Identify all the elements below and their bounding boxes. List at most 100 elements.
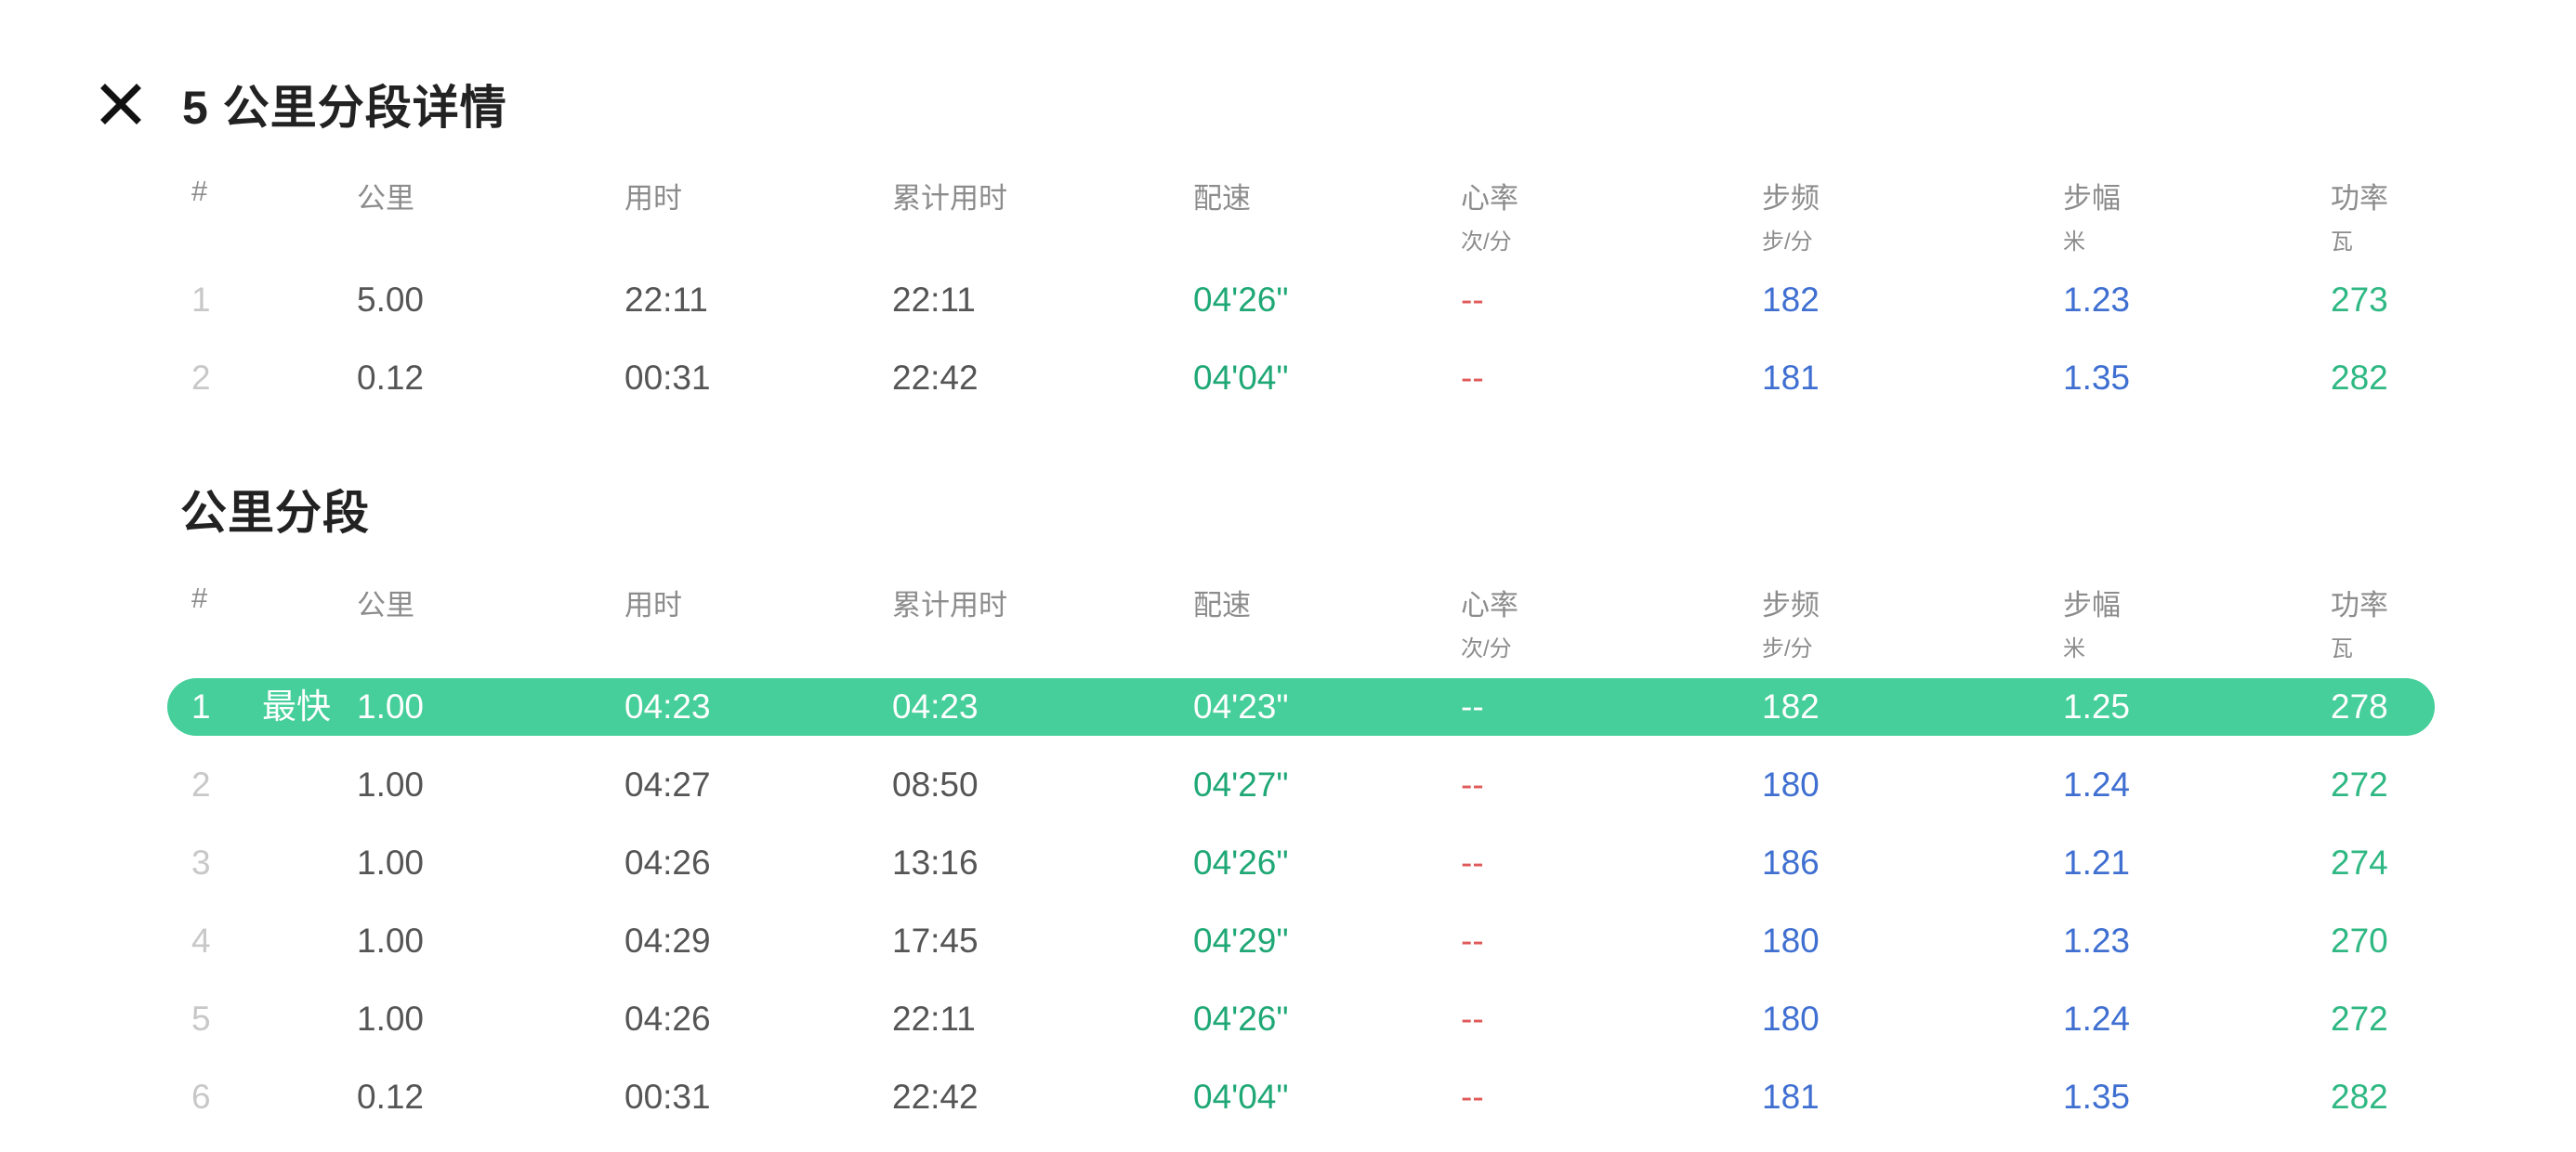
cell-stride: 1.23 xyxy=(2063,281,2131,319)
table-row[interactable]: 2 1.00 04:27 08:50 04'27" -- 180 1.24 272 xyxy=(167,756,2435,814)
cell-km: 1.00 xyxy=(357,1000,425,1038)
close-icon xyxy=(100,84,141,124)
column-unit-stride: 米 xyxy=(2063,636,2085,661)
cell-index: 2 xyxy=(191,766,211,804)
cell-cadence: 181 xyxy=(1762,359,1820,397)
column-header-time: 用时 xyxy=(624,589,682,622)
cell-power: 278 xyxy=(2331,687,2388,726)
cell-stride: 1.35 xyxy=(2063,359,2131,397)
column-header-cadence: 步频 xyxy=(1762,589,1820,622)
cell-power: 270 xyxy=(2331,922,2388,960)
cell-cadence: 180 xyxy=(1762,922,1820,960)
cell-cumulative-time: 22:42 xyxy=(892,359,979,397)
page-title: 5 公里分段详情 xyxy=(182,82,507,134)
column-header-power: 功率 xyxy=(2331,589,2388,622)
close-button[interactable] xyxy=(97,80,145,128)
cell-stride: 1.35 xyxy=(2063,1078,2131,1116)
table-row[interactable]: 4 1.00 04:29 17:45 04'29" -- 180 1.23 270 xyxy=(167,912,2435,970)
column-header-pace: 配速 xyxy=(1193,182,1251,215)
cell-index: 3 xyxy=(191,844,211,882)
cell-cumulative-time: 22:11 xyxy=(892,281,976,319)
cell-heart-rate: -- xyxy=(1461,281,1484,319)
cell-time: 04:29 xyxy=(624,922,711,960)
cell-pace: 04'26" xyxy=(1193,1000,1289,1038)
column-header-pace: 配速 xyxy=(1193,589,1251,622)
column-header-index: # xyxy=(191,582,208,614)
cell-pace: 04'04" xyxy=(1193,1078,1289,1116)
cell-index: 2 xyxy=(191,359,211,397)
column-unit-cadence: 步/分 xyxy=(1762,636,1813,661)
column-header-time: 用时 xyxy=(624,182,682,215)
cell-stride: 1.24 xyxy=(2063,1000,2131,1038)
column-unit-stride: 米 xyxy=(2063,229,2085,255)
column-header-cadence: 步频 xyxy=(1762,182,1820,215)
table-row[interactable]: 1 5.00 22:11 22:11 04'26" -- 182 1.23 273 xyxy=(167,271,2435,329)
column-header-km: 公里 xyxy=(357,589,414,622)
cell-pace: 04'04" xyxy=(1193,359,1289,397)
cell-power: 273 xyxy=(2331,281,2388,319)
table-row[interactable]: 2 0.12 00:31 22:42 04'04" -- 181 1.35 282 xyxy=(167,349,2435,407)
cell-heart-rate: -- xyxy=(1461,1000,1484,1038)
column-unit-heart-rate: 次/分 xyxy=(1461,636,1512,661)
cell-cumulative-time: 22:42 xyxy=(892,1078,979,1116)
cell-power: 272 xyxy=(2331,1000,2388,1038)
cell-time: 04:26 xyxy=(624,1000,711,1038)
cell-km: 1.00 xyxy=(357,766,425,804)
cell-power: 282 xyxy=(2331,359,2388,397)
cell-cadence: 180 xyxy=(1762,766,1820,804)
cell-pace: 04'23" xyxy=(1193,687,1289,726)
cell-time: 00:31 xyxy=(624,1078,711,1116)
header: 5 公里分段详情 xyxy=(97,67,507,141)
column-header-cumulative-time: 累计用时 xyxy=(892,589,1007,622)
cell-km: 5.00 xyxy=(357,281,425,319)
cell-cumulative-time: 22:11 xyxy=(892,1000,976,1038)
fastest-badge: 最快 xyxy=(262,687,331,726)
cell-heart-rate: -- xyxy=(1461,844,1484,882)
cell-stride: 1.25 xyxy=(2063,687,2131,726)
cell-pace: 04'26" xyxy=(1193,281,1289,319)
cell-index: 5 xyxy=(191,1000,211,1038)
cell-index: 1 xyxy=(191,687,211,726)
cell-heart-rate: -- xyxy=(1461,1078,1484,1116)
cell-index: 4 xyxy=(191,922,211,960)
cell-heart-rate: -- xyxy=(1461,922,1484,960)
cell-time: 04:27 xyxy=(624,766,711,804)
column-unit-cadence: 步/分 xyxy=(1762,229,1813,255)
cell-stride: 1.23 xyxy=(2063,922,2131,960)
cell-pace: 04'27" xyxy=(1193,766,1289,804)
cell-cumulative-time: 13:16 xyxy=(892,844,979,882)
cell-time: 00:31 xyxy=(624,359,711,397)
cell-power: 282 xyxy=(2331,1078,2388,1116)
cell-pace: 04'26" xyxy=(1193,844,1289,882)
column-header-heart-rate: 心率 xyxy=(1461,182,1518,215)
column-unit-power: 瓦 xyxy=(2331,229,2353,255)
cell-cadence: 182 xyxy=(1762,687,1820,726)
table-row[interactable]: 6 0.12 00:31 22:42 04'04" -- 181 1.35 282 xyxy=(167,1068,2435,1126)
cell-stride: 1.24 xyxy=(2063,766,2131,804)
cell-cumulative-time: 08:50 xyxy=(892,766,979,804)
cell-cumulative-time: 04:23 xyxy=(892,687,979,726)
cell-heart-rate: -- xyxy=(1461,359,1484,397)
cell-time: 04:26 xyxy=(624,844,711,882)
column-unit-power: 瓦 xyxy=(2331,636,2353,661)
column-header-power: 功率 xyxy=(2331,182,2388,215)
cell-index: 1 xyxy=(191,281,211,319)
cell-time: 04:23 xyxy=(624,687,711,726)
table-row[interactable]: 3 1.00 04:26 13:16 04'26" -- 186 1.21 274 xyxy=(167,834,2435,892)
table-row-fastest[interactable]: 1 1.00 04:23 04:23 04'23" -- 182 1.25 278 最快 xyxy=(167,678,2435,736)
column-header-index: # xyxy=(191,175,208,207)
cell-cadence: 182 xyxy=(1762,281,1820,319)
table-row[interactable]: 5 1.00 04:26 22:11 04'26" -- 180 1.24 272 xyxy=(167,990,2435,1048)
column-header-stride: 步幅 xyxy=(2063,182,2121,215)
cell-time: 22:11 xyxy=(624,281,708,319)
cell-km: 1.00 xyxy=(357,844,425,882)
cell-power: 272 xyxy=(2331,766,2388,804)
km-section-title: 公里分段 xyxy=(180,487,370,539)
cell-km: 0.12 xyxy=(357,1078,425,1116)
cell-index: 6 xyxy=(191,1078,211,1116)
cell-power: 274 xyxy=(2331,844,2388,882)
column-header-km: 公里 xyxy=(357,182,414,215)
cell-cadence: 186 xyxy=(1762,844,1820,882)
cell-cumulative-time: 17:45 xyxy=(892,922,979,960)
cell-stride: 1.21 xyxy=(2063,844,2131,882)
